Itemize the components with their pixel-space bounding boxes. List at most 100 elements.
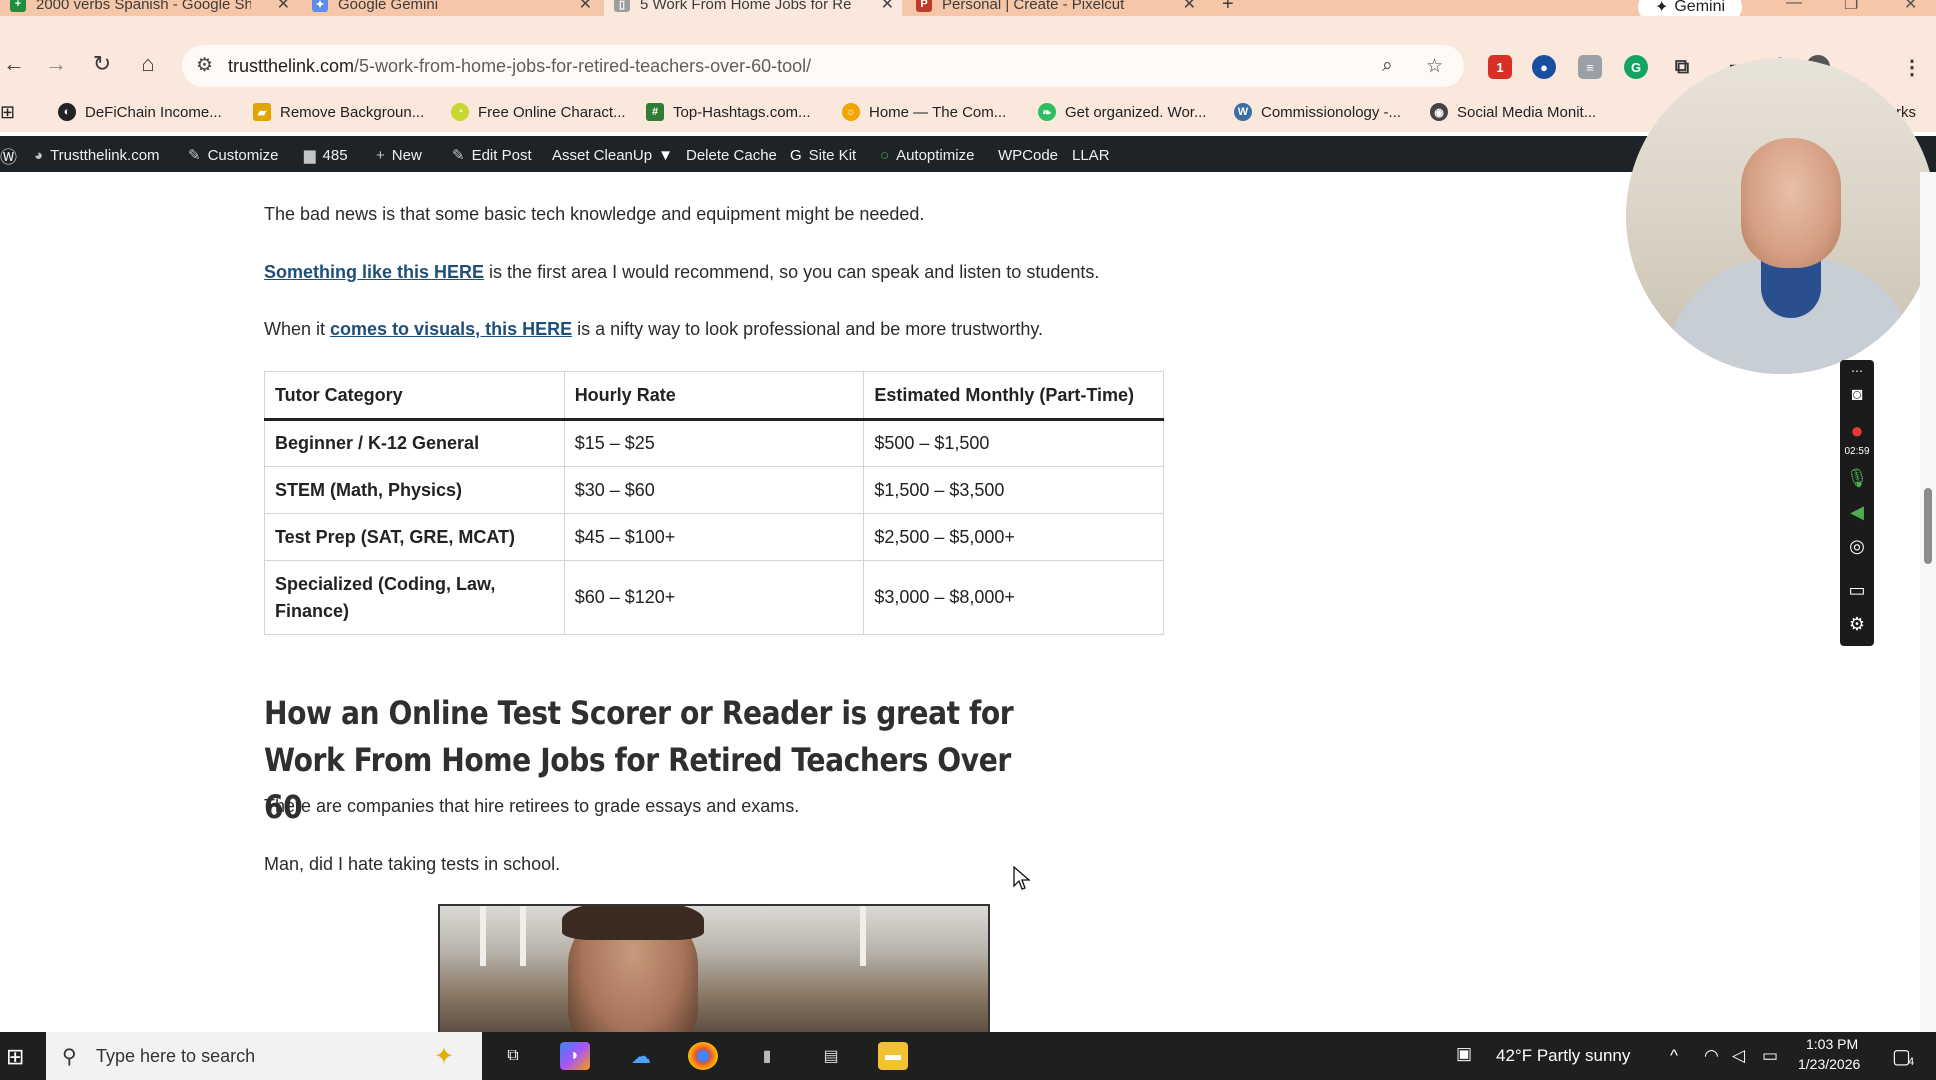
screen-icon[interactable]: ▭: [1840, 580, 1874, 601]
menu-icon[interactable]: ⋮: [1900, 55, 1924, 79]
recorder-menu-icon[interactable]: ⋯: [1840, 364, 1874, 378]
wp-customize-link[interactable]: ✎ Customize: [188, 145, 278, 165]
webcam-toggle-icon[interactable]: ◎: [1840, 536, 1874, 557]
weather-text[interactable]: 42°F Partly sunny: [1496, 1046, 1630, 1066]
window-close-icon[interactable]: ✕: [1904, 0, 1917, 14]
zoom-icon[interactable]: ⌕: [1382, 55, 1393, 77]
tab-title: 2000 verbs Spanish - Google Sh: [36, 0, 251, 13]
settings-gear-icon[interactable]: ⚙: [1840, 614, 1874, 635]
tutor-rates-table: Tutor Category Hourly Rate Estimated Mon…: [264, 371, 1164, 635]
paragraph: The bad news is that some basic tech kno…: [264, 204, 925, 224]
sheets-icon: +: [10, 0, 26, 12]
bookmark-home[interactable]: ☼ Home — The Com...: [842, 100, 1006, 124]
new-tab-button[interactable]: +: [1212, 0, 1242, 16]
restore-icon[interactable]: ❐: [1844, 0, 1858, 14]
clock-date[interactable]: 1/23/2026: [1798, 1056, 1860, 1072]
wp-llar-link[interactable]: LLAR: [1072, 145, 1110, 165]
tab-sheets[interactable]: + 2000 verbs Spanish - Google Sh ✕: [0, 0, 298, 16]
record-icon[interactable]: ●: [1840, 418, 1874, 444]
chrome-icon[interactable]: [688, 1042, 718, 1070]
microphone-icon[interactable]: 🎙: [1840, 468, 1874, 489]
wp-wpcode-link[interactable]: WPCode: [998, 145, 1058, 165]
equipment-link[interactable]: Something like this HERE: [264, 262, 484, 282]
extensions-puzzle-icon[interactable]: ⧉: [1670, 55, 1694, 79]
battery-icon[interactable]: ▭: [1762, 1046, 1778, 1066]
table-cell: Beginner / K-12 General: [264, 419, 565, 467]
speaker-icon[interactable]: ◀: [1840, 502, 1874, 523]
wp-delete-cache-link[interactable]: Delete Cache: [686, 145, 777, 165]
extension-stack-icon[interactable]: ≡: [1578, 55, 1602, 79]
bookmark-remove-bg[interactable]: ▰ Remove Backgroun...: [253, 100, 424, 124]
table-header-row: Tutor Category Hourly Rate Estimated Mon…: [264, 371, 1164, 421]
sparkle-icon: ✦: [434, 1042, 455, 1070]
clock-time[interactable]: 1:03 PM: [1806, 1036, 1858, 1052]
column-header: Tutor Category: [264, 371, 565, 421]
table-cell: $45 – $100+: [563, 513, 865, 561]
gemini-button-label: Gemini: [1674, 0, 1726, 15]
star-icon[interactable]: ☆: [1426, 55, 1443, 78]
volume-icon[interactable]: ◁: [1732, 1046, 1745, 1066]
taskbar-search-box[interactable]: ⚲ Type here to search ✦: [46, 1032, 482, 1080]
page-scrollbar[interactable]: [1920, 172, 1936, 1032]
microphone-app-icon[interactable]: ▮: [752, 1042, 782, 1070]
forward-icon[interactable]: →: [42, 50, 70, 78]
reload-icon[interactable]: ↻: [88, 50, 116, 78]
minimize-icon[interactable]: —: [1786, 0, 1802, 12]
close-icon[interactable]: ✕: [277, 0, 290, 14]
wp-asset-cleanup-link[interactable]: Asset CleanUp ▼: [552, 145, 673, 165]
window-frame: [860, 906, 866, 966]
wp-autoptimize-link[interactable]: ○ Autoptimize: [880, 145, 974, 165]
wp-site-kit-link[interactable]: G Site Kit: [790, 145, 856, 165]
camera-icon[interactable]: ◙: [1840, 384, 1874, 405]
window-frame: [520, 906, 526, 966]
visuals-link[interactable]: comes to visuals, this HERE: [330, 319, 572, 339]
chevron-up-icon[interactable]: ^: [1670, 1046, 1678, 1066]
copilot-icon[interactable]: ◗: [560, 1042, 590, 1070]
bookmark-commissionology[interactable]: W Commissionology -...: [1234, 100, 1401, 124]
close-icon[interactable]: ✕: [1183, 0, 1196, 14]
windows-start-icon[interactable]: ⊞: [6, 1044, 24, 1070]
bookmark-social[interactable]: ◉ Social Media Monit...: [1430, 100, 1596, 124]
bookmark-evernote[interactable]: ❧ Get organized. Wor...: [1038, 100, 1206, 124]
table-cell: $15 – $25: [563, 419, 865, 467]
tab-pixelcut[interactable]: P Personal | Create - Pixelcut ✕: [906, 0, 1204, 16]
network-icon[interactable]: ◠: [1704, 1046, 1719, 1066]
bookmark-label: Get organized. Wor...: [1065, 103, 1207, 121]
bookmark-hashtags[interactable]: # Top-Hashtags.com...: [646, 100, 811, 124]
brush-icon: ✎: [188, 147, 201, 164]
task-view-icon[interactable]: ⧉: [498, 1042, 528, 1070]
site-settings-icon[interactable]: ⚙: [196, 54, 213, 77]
webcam-overlay: [1626, 58, 1936, 374]
scrollbar-thumb[interactable]: [1924, 488, 1932, 564]
notepad-icon[interactable]: ▤: [816, 1042, 846, 1070]
wp-site-link[interactable]: ◕ Trustthelink.com: [34, 145, 160, 165]
close-icon[interactable]: ✕: [579, 0, 592, 14]
tab-title: Personal | Create - Pixelcut: [942, 0, 1125, 13]
bookmarks-bar: ⊞ ◐ DeFiChain Income... ▰ Remove Backgro…: [0, 92, 1936, 132]
tab-gemini[interactable]: ✦ Google Gemini ✕: [302, 0, 600, 16]
apps-icon[interactable]: ⊞: [0, 100, 15, 124]
table-row: Specialized (Coding, Law, Finance) $60 –…: [264, 560, 1164, 635]
pencil-icon: ✎: [452, 147, 465, 164]
onedrive-icon[interactable]: ☁: [626, 1042, 656, 1070]
wp-edit-post-link[interactable]: ✎ Edit Post: [452, 145, 532, 165]
wp-comments-link[interactable]: ▆ 485: [304, 145, 348, 165]
back-icon[interactable]: ←: [0, 50, 28, 78]
grammarly-icon[interactable]: G: [1624, 55, 1648, 79]
bookmark-defichain[interactable]: ◐ DeFiChain Income...: [58, 100, 222, 124]
home-icon[interactable]: ⌂: [134, 50, 162, 78]
extension-badge-icon[interactable]: 1: [1488, 55, 1512, 79]
address-bar[interactable]: trustthelink.com/5-work-from-home-jobs-f…: [182, 45, 1464, 87]
wp-new-link[interactable]: + New: [376, 145, 422, 165]
file-explorer-icon[interactable]: ▬: [878, 1042, 908, 1070]
weather-icon[interactable]: ▣: [1456, 1044, 1472, 1064]
column-header: Hourly Rate: [563, 371, 865, 421]
gemini-button[interactable]: ✦ Gemini: [1638, 0, 1742, 16]
bookmark-character[interactable]: ◔ Free Online Charact...: [451, 100, 626, 124]
close-icon[interactable]: ✕: [881, 0, 894, 14]
wordpress-logo-icon[interactable]: Ⓦ: [0, 145, 17, 167]
extension-circle-icon[interactable]: ●: [1532, 55, 1556, 79]
tab-article[interactable]: ▯ 5 Work From Home Jobs for Re ✕: [604, 0, 902, 16]
filter-icon: ▼: [658, 146, 673, 164]
webcam-face: [1741, 138, 1841, 268]
